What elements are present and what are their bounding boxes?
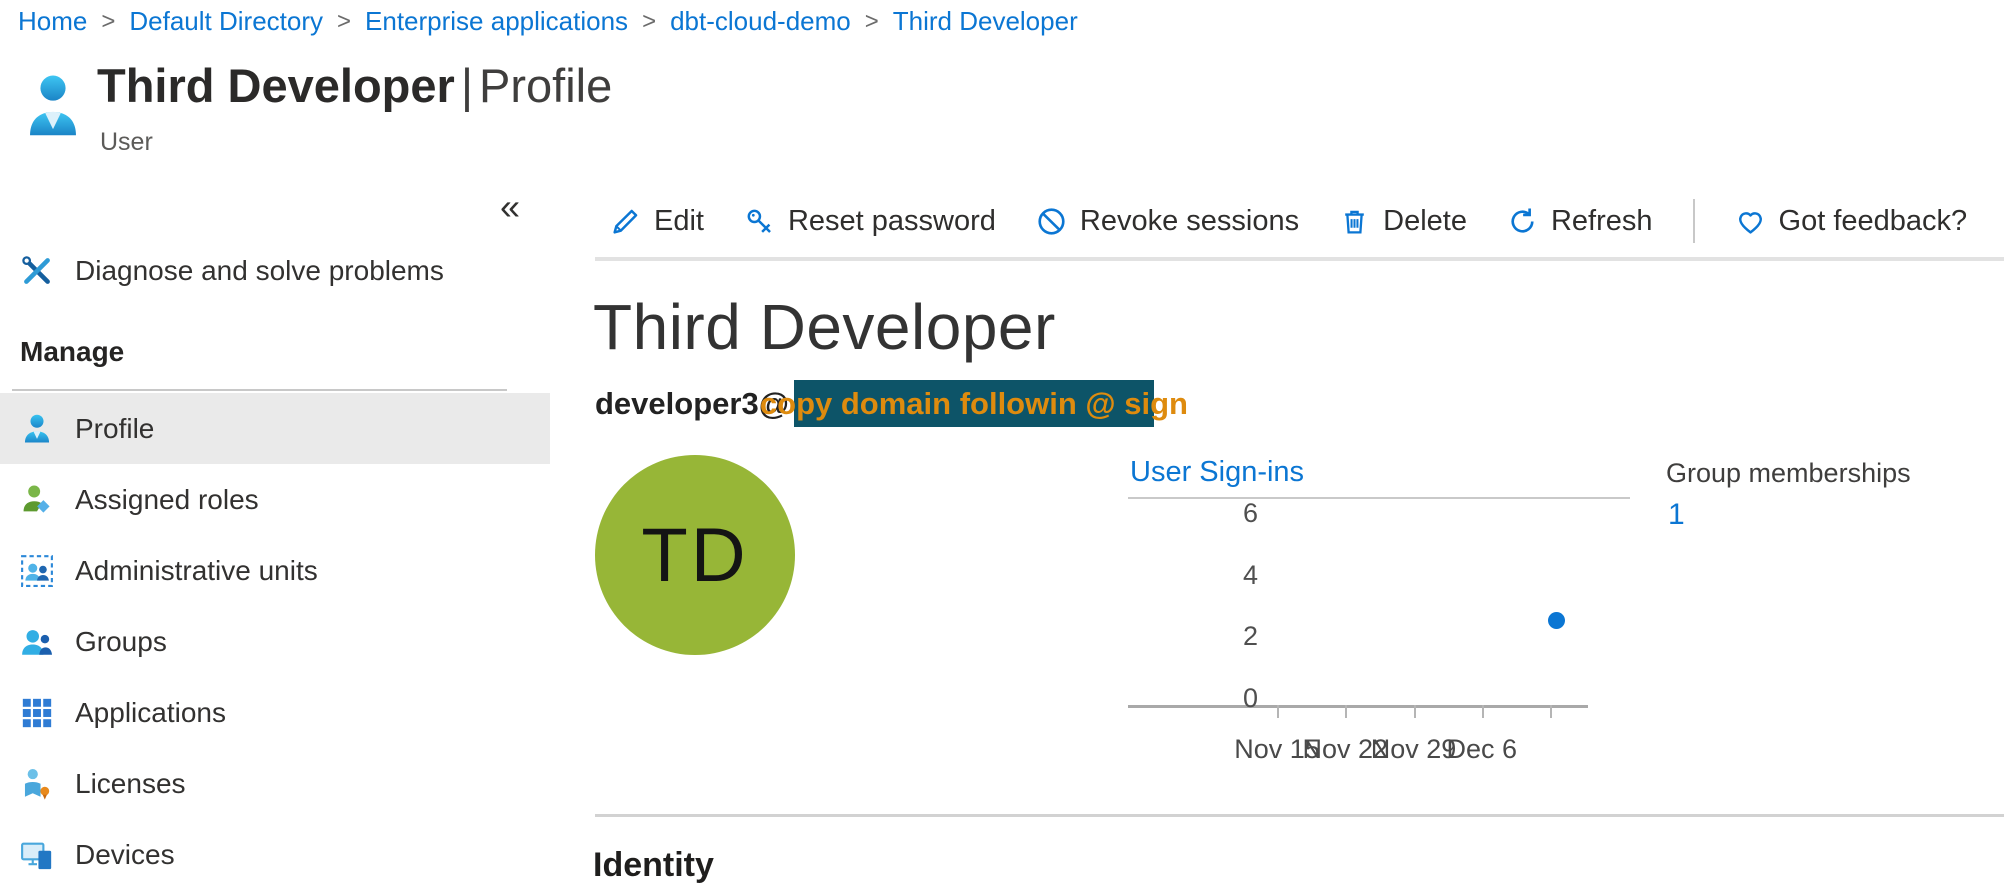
heart-icon <box>1735 206 1766 237</box>
licenses-icon <box>20 767 54 801</box>
group-memberships-count-link[interactable]: 1 <box>1668 498 1685 532</box>
chart-x-tick-label: Dec 6 <box>1417 734 1547 765</box>
page-title-section: Profile <box>479 59 612 112</box>
administrative-units-icon <box>20 554 54 588</box>
page-title-name: Third Developer <box>97 59 455 112</box>
azure-user-profile-page: Home > Default Directory > Enterprise ap… <box>0 0 2004 884</box>
sidebar-item-assigned-roles[interactable]: Assigned roles <box>0 464 550 535</box>
breadcrumb-separator: > <box>642 8 656 36</box>
sidebar-item-label: Profile <box>75 413 154 445</box>
sidebar-collapse-icon[interactable]: « <box>500 186 520 228</box>
sidebar-item-label: Diagnose and solve problems <box>75 255 444 287</box>
sidebar-item-applications[interactable]: Applications <box>0 677 550 748</box>
button-label: Edit <box>654 205 704 238</box>
refresh-button[interactable]: Refresh <box>1507 205 1653 238</box>
edit-pencil-icon <box>610 206 641 237</box>
user-signins-chart: User Sign-ins 6420Nov 15Nov 22Nov 29Dec … <box>1128 456 1633 786</box>
command-bar: Edit Reset password Revoke sessions De <box>610 196 1967 246</box>
diagnose-tools-icon <box>20 254 54 288</box>
chart-data-point <box>1548 612 1565 629</box>
sidebar-item-label: Groups <box>75 626 167 658</box>
sidebar-section-manage: Manage <box>20 336 124 368</box>
avatar: TD <box>595 455 795 655</box>
sidebar-divider <box>12 389 507 391</box>
user-signins-chart-title[interactable]: User Sign-ins <box>1130 456 1304 489</box>
page-title-separator: | <box>455 59 479 112</box>
breadcrumb-separator: > <box>865 8 879 36</box>
got-feedback-button[interactable]: Got feedback? <box>1735 205 1968 238</box>
chart-y-tick-label: 0 <box>1128 683 1258 713</box>
sidebar-item-label: Assigned roles <box>75 484 259 516</box>
chart-y-tick-label: 6 <box>1128 498 1258 528</box>
applications-grid-icon <box>20 696 54 730</box>
revoke-sessions-button[interactable]: Revoke sessions <box>1036 205 1299 238</box>
edit-button[interactable]: Edit <box>610 205 704 238</box>
chart-x-tick <box>1277 705 1279 718</box>
sidebar-item-administrative-units[interactable]: Administrative units <box>0 535 550 606</box>
assigned-roles-icon <box>20 483 54 517</box>
command-bar-divider <box>595 257 2004 261</box>
sidebar-item-label: Applications <box>75 697 226 729</box>
breadcrumb: Home > Default Directory > Enterprise ap… <box>18 6 1078 37</box>
breadcrumb-default-directory[interactable]: Default Directory <box>129 6 323 37</box>
group-memberships-label: Group memberships <box>1666 458 1911 489</box>
identity-section-heading: Identity <box>593 846 714 884</box>
chart-x-tick <box>1345 705 1347 718</box>
user-display-name: Third Developer <box>593 290 1056 364</box>
button-label: Reset password <box>788 205 996 238</box>
sidebar-item-label: Administrative units <box>75 555 318 587</box>
sidebar-item-profile[interactable]: Profile <box>0 393 550 464</box>
button-label: Refresh <box>1551 205 1653 238</box>
chart-x-tick <box>1550 705 1552 718</box>
sidebar-item-devices[interactable]: Devices <box>0 819 550 884</box>
breadcrumb-dbt-cloud-demo[interactable]: dbt-cloud-demo <box>670 6 851 37</box>
sidebar-item-label: Licenses <box>75 768 186 800</box>
groups-icon <box>20 625 54 659</box>
breadcrumb-separator: > <box>101 8 115 36</box>
upn-domain-redaction-overlay: copy domain followin @ sign <box>794 380 1154 427</box>
breadcrumb-third-developer[interactable]: Third Developer <box>893 6 1078 37</box>
page-title: Third Developer|Profile <box>97 58 612 113</box>
chart-y-tick-label: 2 <box>1128 621 1258 651</box>
profile-person-icon <box>20 412 54 446</box>
breadcrumb-separator: > <box>337 8 351 36</box>
button-label: Delete <box>1383 205 1467 238</box>
user-header-icon <box>24 70 82 140</box>
button-label: Got feedback? <box>1779 205 1968 238</box>
chart-x-tick <box>1414 705 1416 718</box>
devices-icon <box>20 838 54 872</box>
reset-password-button[interactable]: Reset password <box>744 205 996 238</box>
section-divider <box>595 814 2004 817</box>
trash-icon <box>1339 206 1370 237</box>
breadcrumb-home[interactable]: Home <box>18 6 87 37</box>
toolbar-separator <box>1693 199 1695 243</box>
user-principal-name: developer3@ copy domain followin @ sign <box>595 380 1154 427</box>
page-subtitle: User <box>100 128 153 157</box>
refresh-icon <box>1507 206 1538 237</box>
chart-x-tick <box>1482 705 1484 718</box>
breadcrumb-enterprise-applications[interactable]: Enterprise applications <box>365 6 628 37</box>
sidebar-item-groups[interactable]: Groups <box>0 606 550 677</box>
sidebar-item-licenses[interactable]: Licenses <box>0 748 550 819</box>
button-label: Revoke sessions <box>1080 205 1299 238</box>
delete-button[interactable]: Delete <box>1339 205 1467 238</box>
sidebar-item-label: Devices <box>75 839 175 871</box>
chart-y-tick-label: 4 <box>1128 560 1258 590</box>
block-icon <box>1036 206 1067 237</box>
sidebar-item-diagnose[interactable]: Diagnose and solve problems <box>0 235 550 306</box>
key-icon <box>744 206 775 237</box>
